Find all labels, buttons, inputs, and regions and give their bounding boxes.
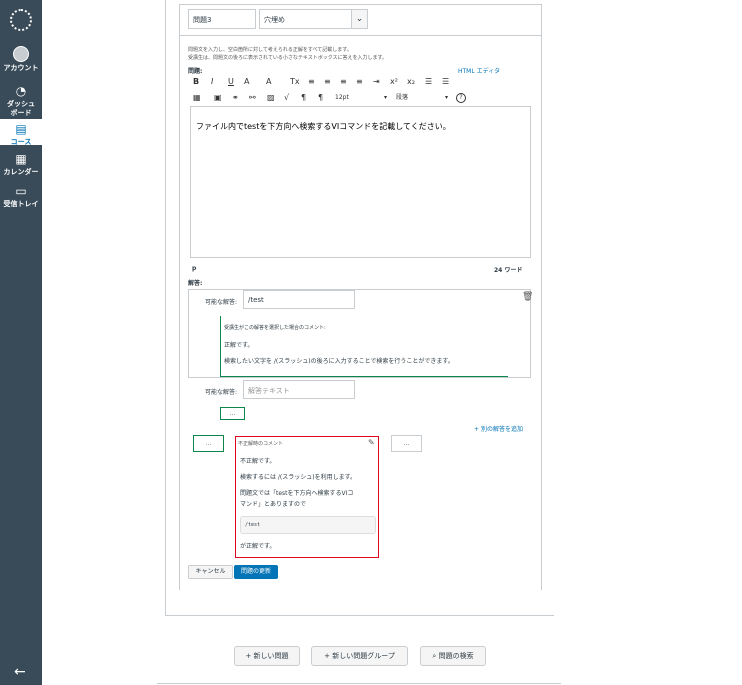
comment-text: 検索するには /(スラッシュ)を利用します。 — [240, 474, 357, 481]
word-count: 24 ワード — [494, 267, 523, 274]
align-center-icon[interactable]: ≡ — [324, 77, 331, 87]
editor-content: ファイル内でtestを下方向へ検索するVIコマンドを記載してください。 — [196, 122, 451, 131]
comment-text: マンド」とありますので — [240, 501, 307, 508]
nav-item-account[interactable]: アカウント — [0, 46, 42, 73]
answer-label: 可能な解答: — [205, 299, 238, 306]
search-questions-button[interactable]: ⌕ 問題の検索 — [420, 646, 486, 666]
math-icon[interactable]: √ — [284, 93, 289, 103]
wrong-answer-comment[interactable] — [235, 436, 379, 558]
search-icon: ⌕ — [432, 652, 437, 660]
question-label: 問題: — [188, 68, 203, 75]
nav-item-label: ボード — [10, 109, 32, 117]
code-block: /test — [240, 516, 376, 534]
comment-text: 不正解です。 — [240, 458, 276, 465]
bg-color-button[interactable]: A — [266, 77, 271, 87]
bullet-list-icon[interactable]: ☰ — [425, 77, 432, 87]
collapse-nav-icon[interactable]: ← — [14, 664, 26, 680]
new-group-button[interactable]: + 新しい問題グループ — [311, 646, 408, 666]
ltr-icon[interactable]: ¶ — [301, 93, 306, 103]
cancel-button[interactable]: キャンセル — [188, 565, 233, 579]
divider — [157, 683, 561, 684]
nav-item-label: コース — [10, 138, 32, 146]
nav-item-label: カレンダー — [3, 168, 39, 176]
add-answer-link[interactable]: + 別の解答を追加 — [474, 424, 523, 433]
bold-button[interactable]: B — [193, 77, 199, 87]
superscript-button[interactable]: x² — [390, 77, 398, 87]
paragraph-select[interactable]: 段落 — [396, 93, 408, 103]
media-icon[interactable]: ▣ — [214, 93, 222, 103]
trash-icon[interactable]: 🗑 — [522, 292, 533, 302]
comment-text: 問題文では「testを下方向へ検索するVIコ — [240, 490, 354, 497]
indent-icon[interactable]: ⇥ — [373, 77, 380, 87]
help-text: 受講生は、問題文の後ろに表示されている小さなテキストボックスに答えを入力します。 — [188, 55, 388, 61]
rtl-icon[interactable]: ¶ — [318, 93, 323, 103]
comment-header: 不正解時のコメント — [238, 441, 284, 447]
table-icon[interactable]: ▦ — [193, 93, 201, 103]
help-text: 問題文を入力し、空白箇所に対して考えられる正解をすべて記載します。 — [188, 47, 352, 53]
calendar-icon: ▦ — [15, 152, 27, 166]
unlink-icon[interactable]: ⚯ — [249, 93, 256, 103]
neutral-comment-button[interactable]: ... — [391, 435, 422, 452]
nav-item-inbox[interactable]: ▭ 受信トレイ — [0, 184, 42, 209]
user-icon — [13, 46, 29, 62]
answer-input[interactable]: /test — [243, 290, 355, 309]
html-editor-link[interactable]: HTML エディタ — [458, 66, 500, 75]
nav-item-label: ダッシュ — [7, 100, 35, 108]
book-icon: ▤ — [15, 122, 27, 136]
nav-item-courses[interactable]: ▤ コース — [0, 119, 42, 146]
logo-icon[interactable] — [10, 9, 32, 31]
comment-text: が正解です。 — [240, 543, 276, 550]
comment-header: 受講生がこの解答を選択した場合のコメント: — [224, 325, 326, 331]
answer-input[interactable]: 解答テキスト — [243, 380, 355, 399]
subscript-button[interactable]: x₂ — [407, 77, 415, 87]
button-label: 新しい問題 — [253, 652, 289, 660]
nav-item-dashboard[interactable]: ◔ ダッシュ ボード — [0, 84, 42, 118]
nav-item-label: 受信トレイ — [3, 200, 39, 208]
plus-icon: + — [324, 652, 331, 660]
global-nav: アカウント ◔ ダッシュ ボード ▤ コース ▦ カレンダー ▭ 受信トレイ ← — [0, 0, 42, 685]
image-icon[interactable]: ▨ — [267, 93, 275, 103]
align-right-icon[interactable]: ≡ — [340, 77, 347, 87]
comment-text[interactable]: 正解です。 — [224, 340, 253, 349]
nav-item-label: アカウント — [3, 64, 39, 72]
plus-icon: + — [245, 652, 252, 660]
nav-item-calendar[interactable]: ▦ カレンダー — [0, 152, 42, 177]
pencil-icon[interactable]: ✎ — [368, 438, 375, 447]
answers-label: 解答: — [188, 280, 203, 287]
element-path: p — [192, 265, 197, 272]
add-answer-label: 別の解答を追加 — [480, 426, 523, 433]
numbered-list-icon[interactable]: ☰ — [442, 77, 449, 87]
button-label: 問題の検索 — [438, 652, 474, 660]
justify-icon[interactable]: ≡ — [356, 77, 363, 87]
link-icon[interactable]: ⚭ — [232, 93, 239, 103]
dashboard-icon: ◔ — [15, 84, 27, 98]
button-label: 新しい問題グループ — [332, 652, 395, 660]
comment-button[interactable]: ... — [220, 407, 245, 420]
chevron-down-icon[interactable]: ▾ — [445, 93, 448, 103]
correct-comment-button[interactable]: ... — [193, 435, 224, 452]
underline-button[interactable]: U — [228, 77, 234, 87]
answer-label: 可能な解答: — [205, 389, 238, 396]
align-left-icon[interactable]: ≡ — [308, 77, 315, 87]
chevron-down-icon[interactable]: ⌄ — [351, 10, 367, 28]
font-color-button[interactable]: A — [244, 77, 249, 87]
question-name-input[interactable]: 問題3 — [188, 9, 256, 29]
clear-format-button[interactable]: Tx — [290, 77, 300, 87]
font-size-select[interactable]: 12pt — [335, 93, 349, 103]
update-question-button[interactable]: 問題の更新 — [234, 565, 278, 579]
comment-text[interactable]: 検索したい文字を /(スラッシュ)の後ろに入力することで検索を行うことができます… — [224, 356, 454, 365]
inbox-icon: ▭ — [15, 184, 27, 198]
chevron-down-icon[interactable]: ▾ — [384, 93, 387, 103]
italic-button[interactable]: I — [211, 77, 213, 87]
new-question-button[interactable]: + 新しい問題 — [234, 646, 300, 666]
help-icon[interactable]: ? — [456, 93, 466, 103]
